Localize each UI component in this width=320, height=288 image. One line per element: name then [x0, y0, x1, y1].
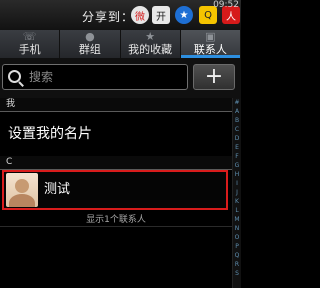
- qzone-icon[interactable]: ★: [175, 6, 193, 24]
- tab-bar: ☏ 手机 ● 群组 ★ 我的收藏 ▣ 联系人: [0, 30, 241, 58]
- share-bar: 分享到： 微 开 ★ Q 人 09:52: [0, 0, 241, 30]
- index-letter[interactable]: S: [235, 269, 239, 278]
- tab-groups[interactable]: ● 群组: [60, 30, 121, 58]
- tab-label: 群组: [78, 43, 101, 56]
- index-letter[interactable]: R: [235, 260, 239, 269]
- index-letter[interactable]: A: [235, 107, 239, 116]
- index-letter[interactable]: H: [235, 170, 240, 179]
- index-letter[interactable]: #: [234, 98, 239, 107]
- index-letter[interactable]: M: [234, 215, 239, 224]
- tab-label: 手机: [18, 43, 41, 56]
- index-letter[interactable]: L: [235, 206, 238, 215]
- share-label: 分享到：: [82, 10, 135, 24]
- index-letter[interactable]: C: [235, 125, 239, 134]
- contacts-icon: ▣: [205, 30, 216, 43]
- contact-item[interactable]: 测试: [2, 170, 228, 210]
- index-letter[interactable]: G: [235, 161, 240, 170]
- index-letter[interactable]: P: [235, 242, 239, 251]
- index-letter[interactable]: F: [235, 152, 238, 161]
- index-letter[interactable]: D: [235, 134, 240, 143]
- search-input[interactable]: [29, 68, 179, 86]
- alphabet-index-bar[interactable]: # A B C D E F G H I J K L M N O P Q R S: [232, 98, 241, 288]
- index-letter[interactable]: J: [236, 188, 238, 197]
- index-letter[interactable]: Q: [235, 251, 240, 260]
- avatar: [6, 173, 38, 207]
- search-row: +: [0, 58, 241, 98]
- index-letter[interactable]: B: [235, 116, 239, 125]
- tab-phone[interactable]: ☏ 手机: [0, 30, 61, 58]
- section-header-c: C: [0, 156, 232, 170]
- kaixin-icon[interactable]: 开: [152, 6, 170, 24]
- tab-label: 联系人: [193, 43, 227, 56]
- index-letter[interactable]: K: [235, 197, 239, 206]
- index-letter[interactable]: N: [235, 224, 240, 233]
- status-time: 09:52: [213, 0, 239, 10]
- index-letter[interactable]: E: [235, 143, 239, 152]
- contact-list: 我 设置我的名片 C 测试 显示1个联系人: [0, 98, 232, 288]
- contact-name: 测试: [44, 182, 71, 197]
- section-header-me: 我: [0, 98, 232, 112]
- search-icon: [8, 70, 21, 83]
- weibo-icon[interactable]: 微: [131, 6, 149, 24]
- tab-contacts[interactable]: ▣ 联系人: [180, 30, 241, 58]
- index-letter[interactable]: I: [236, 179, 238, 188]
- star-icon: ★: [145, 30, 156, 43]
- search-box[interactable]: [2, 64, 188, 90]
- group-icon: ●: [85, 30, 95, 43]
- add-contact-button[interactable]: +: [193, 64, 235, 90]
- phone-icon: ☏: [22, 30, 37, 43]
- index-letter[interactable]: O: [235, 233, 240, 242]
- my-profile-item[interactable]: 设置我的名片: [0, 112, 232, 156]
- contact-count: 显示1个联系人: [0, 213, 232, 227]
- tab-label: 我的收藏: [128, 43, 173, 56]
- tab-favorites[interactable]: ★ 我的收藏: [121, 30, 181, 58]
